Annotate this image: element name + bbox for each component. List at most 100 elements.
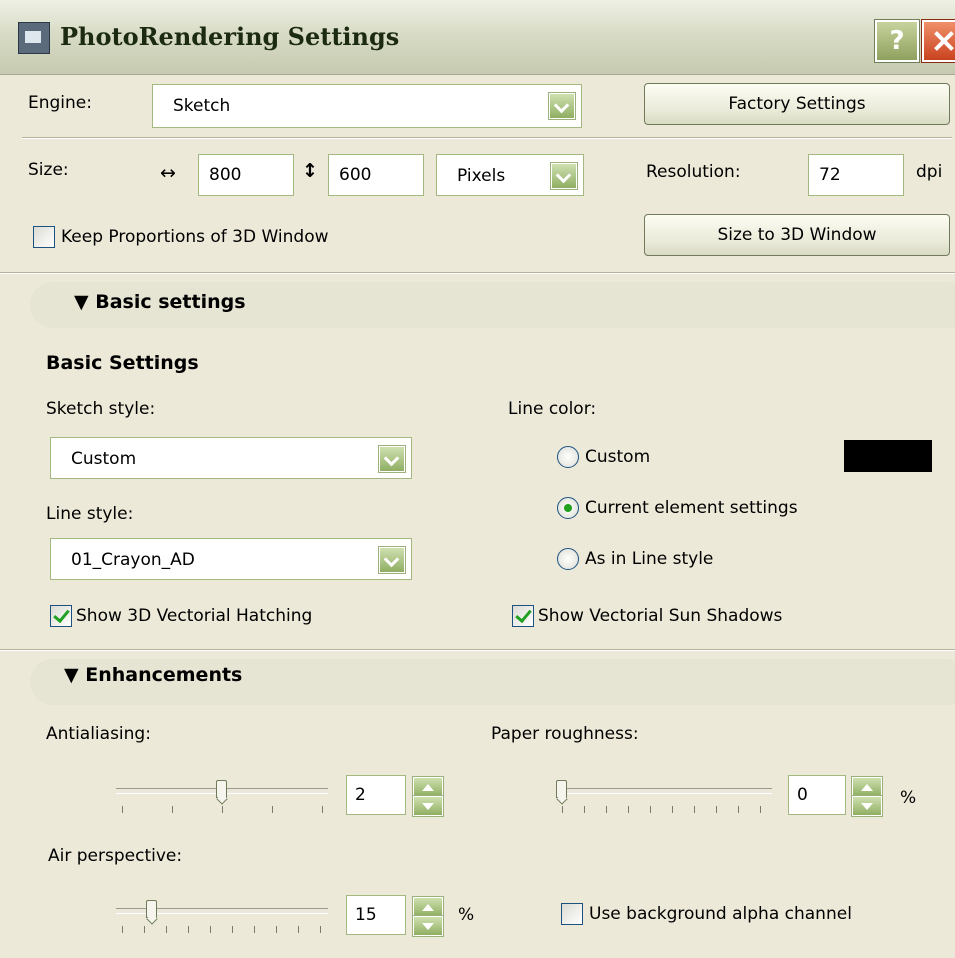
- height-input[interactable]: 600: [328, 154, 424, 196]
- air-perspective-unit: %: [458, 905, 475, 925]
- paper-roughness-unit: %: [900, 788, 917, 808]
- air-perspective-label: Air perspective:: [48, 846, 183, 866]
- show-sun-shadows-label: Show Vectorial Sun Shadows: [538, 606, 783, 626]
- paper-roughness-increment-button[interactable]: [852, 777, 882, 797]
- line-style-dropdown[interactable]: 01_Crayon_AD: [50, 538, 412, 580]
- basic-settings-title: Basic Settings: [46, 352, 199, 374]
- alpha-channel-checkbox[interactable]: [561, 903, 583, 925]
- title-bar[interactable]: PhotoRendering Settings ?: [0, 0, 955, 75]
- slider-tick: [694, 806, 695, 813]
- show-hatching-label: Show 3D Vectorial Hatching: [76, 606, 313, 626]
- slider-tick: [628, 806, 629, 813]
- slider-tick: [276, 926, 277, 933]
- size-label: Size:: [28, 160, 69, 180]
- sketch-style-label: Sketch style:: [46, 399, 156, 419]
- air-perspective-slider[interactable]: [116, 898, 328, 938]
- air-perspective-increment-button[interactable]: [413, 897, 443, 917]
- slider-tick: [672, 806, 673, 813]
- chevron-down-icon[interactable]: [379, 446, 405, 472]
- unit-dropdown[interactable]: Pixels: [436, 154, 584, 196]
- line-color-swatch[interactable]: [844, 440, 932, 472]
- keep-proportions-checkbox[interactable]: [33, 226, 55, 248]
- close-button[interactable]: [922, 20, 955, 62]
- unit-value: Pixels: [457, 166, 506, 186]
- antialiasing-label: Antialiasing:: [46, 724, 151, 744]
- engine-value: Sketch: [173, 96, 231, 116]
- keep-proportions-label: Keep Proportions of 3D Window: [61, 227, 329, 247]
- slider-thumb[interactable]: [146, 900, 157, 918]
- line-color-as-line-style-label: As in Line style: [585, 549, 714, 569]
- slider-tick: [172, 806, 173, 813]
- width-input[interactable]: 800: [198, 154, 294, 196]
- slider-tick: [254, 926, 255, 933]
- height-arrow-icon: ↕: [302, 160, 318, 182]
- resolution-label: Resolution:: [646, 162, 741, 182]
- slider-tick: [210, 926, 211, 933]
- slider-tick: [122, 806, 123, 813]
- antialiasing-increment-button[interactable]: [413, 777, 443, 797]
- chevron-down-icon[interactable]: [551, 163, 577, 189]
- paper-roughness-decrement-button[interactable]: [852, 796, 882, 816]
- slider-tick: [738, 806, 739, 813]
- enhancements-header[interactable]: ▼ Enhancements: [30, 659, 955, 705]
- line-style-value: 01_Crayon_AD: [71, 550, 195, 570]
- enhancements-toggle: ▼ Enhancements: [64, 664, 243, 686]
- divider: [22, 137, 952, 139]
- slider-tick: [650, 806, 651, 813]
- slider-tick: [562, 806, 563, 813]
- slider-tick: [188, 926, 189, 933]
- photorendering-settings-window: PhotoRendering Settings ? Engine: Sketch…: [0, 0, 955, 958]
- slider-tick: [144, 926, 145, 933]
- app-icon: [18, 22, 50, 54]
- antialiasing-slider[interactable]: [116, 778, 328, 818]
- alpha-channel-label: Use background alpha channel: [589, 904, 852, 924]
- paper-roughness-label: Paper roughness:: [491, 724, 639, 744]
- slider-tick: [166, 926, 167, 933]
- slider-tick: [760, 806, 761, 813]
- show-sun-shadows-checkbox[interactable]: [512, 605, 534, 627]
- size-to-3d-window-button[interactable]: Size to 3D Window: [644, 214, 950, 256]
- engine-dropdown[interactable]: Sketch: [152, 84, 582, 128]
- width-arrow-icon: ↔: [160, 162, 176, 184]
- help-button[interactable]: ?: [875, 20, 919, 62]
- basic-settings-header[interactable]: ▼ Basic settings: [30, 282, 955, 328]
- slider-tick: [232, 926, 233, 933]
- slider-tick: [222, 806, 223, 813]
- line-color-custom-radio[interactable]: [557, 446, 579, 468]
- line-color-as-line-style-radio[interactable]: [557, 548, 579, 570]
- slider-tick: [122, 926, 123, 933]
- chevron-down-icon[interactable]: [379, 547, 405, 573]
- line-color-custom-label: Custom: [585, 447, 651, 467]
- slider-track: [556, 788, 772, 794]
- paper-roughness-input[interactable]: 0: [788, 775, 846, 815]
- basic-settings-toggle: ▼ Basic settings: [74, 291, 246, 313]
- sketch-style-dropdown[interactable]: Custom: [50, 437, 412, 479]
- resolution-input[interactable]: 72: [808, 154, 904, 196]
- slider-tick: [320, 926, 321, 933]
- paper-roughness-slider[interactable]: [556, 778, 772, 818]
- slider-tick: [716, 806, 717, 813]
- slider-tick: [584, 806, 585, 813]
- line-color-current-label: Current element settings: [585, 498, 798, 518]
- slider-tick: [606, 806, 607, 813]
- divider: [0, 649, 955, 651]
- air-perspective-input[interactable]: 15: [346, 895, 406, 935]
- antialiasing-decrement-button[interactable]: [413, 796, 443, 816]
- chevron-down-icon[interactable]: [549, 93, 575, 119]
- slider-tick: [298, 926, 299, 933]
- slider-thumb[interactable]: [216, 780, 227, 798]
- line-color-label: Line color:: [508, 399, 597, 419]
- air-perspective-decrement-button[interactable]: [413, 916, 443, 936]
- window-title: PhotoRendering Settings: [60, 22, 400, 51]
- sketch-style-value: Custom: [71, 449, 137, 469]
- engine-label: Engine:: [28, 93, 92, 113]
- antialiasing-input[interactable]: 2: [346, 775, 406, 815]
- line-style-label: Line style:: [46, 504, 134, 524]
- line-color-current-radio[interactable]: [557, 497, 579, 519]
- factory-settings-button[interactable]: Factory Settings: [644, 83, 950, 125]
- divider: [0, 272, 955, 274]
- slider-tick: [272, 806, 273, 813]
- dpi-unit-label: dpi: [916, 162, 943, 182]
- slider-thumb[interactable]: [556, 780, 567, 798]
- show-hatching-checkbox[interactable]: [50, 605, 72, 627]
